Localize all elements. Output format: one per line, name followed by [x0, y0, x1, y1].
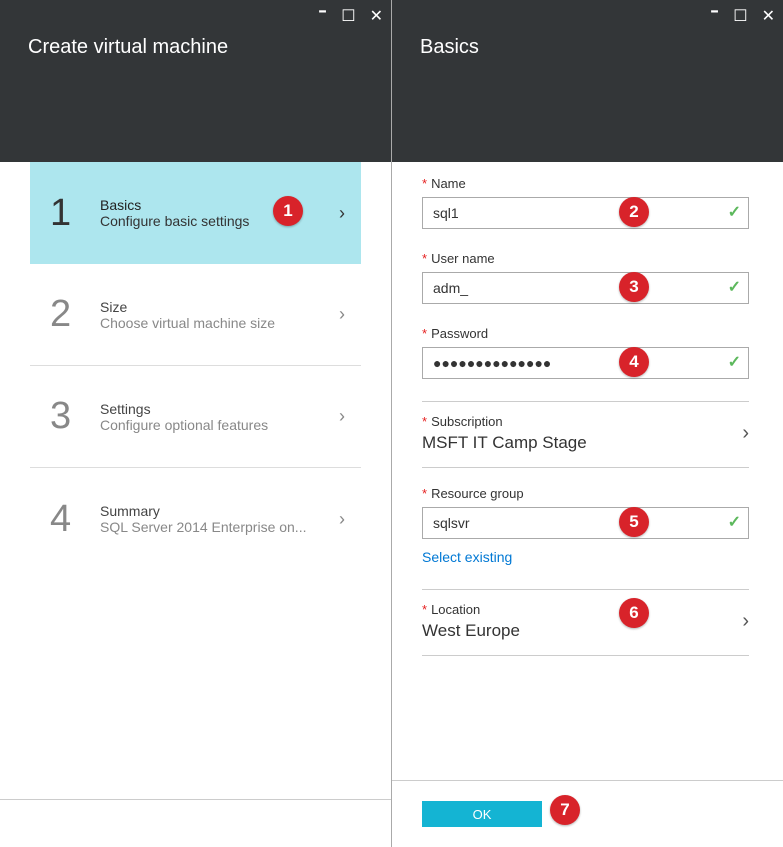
step-texts: Size Choose virtual machine size [100, 299, 339, 331]
subscription-value: MSFT IT Camp Stage [422, 433, 742, 453]
step-number: 2 [50, 293, 100, 336]
step-title: Summary [100, 503, 339, 519]
check-icon: ✓ [728, 512, 741, 532]
step-subtitle: Configure basic settings [100, 213, 339, 229]
annotation-badge-7: 7 [550, 795, 580, 825]
password-field: *Password ✓ 4 [422, 326, 749, 379]
name-input[interactable] [422, 197, 749, 229]
location-selector[interactable]: *Location West Europe › 6 [422, 589, 749, 656]
step-settings[interactable]: 3 Settings Configure optional features › [30, 366, 361, 468]
minimize-icon[interactable]: ‐ [710, 5, 719, 15]
select-existing-link[interactable]: Select existing [422, 549, 512, 565]
window-controls: ‐ ☐ ✕ [318, 6, 383, 26]
window-controls: ‐ ☐ ✕ [710, 6, 775, 26]
subscription-label: *Subscription [422, 414, 742, 429]
steps-list: 1 Basics Configure basic settings › 1 2 … [0, 162, 391, 799]
chevron-right-icon: › [339, 509, 345, 530]
step-subtitle: Configure optional features [100, 417, 339, 433]
password-label: *Password [422, 326, 749, 341]
step-texts: Summary SQL Server 2014 Enterprise on... [100, 503, 339, 535]
maximize-icon[interactable]: ☐ [341, 6, 355, 26]
step-size[interactable]: 2 Size Choose virtual machine size › [30, 264, 361, 366]
basics-form: *Name ✓ 2 *User name ✓ 3 *Password ✓ 4 *… [392, 162, 783, 780]
create-vm-panel: ‐ ☐ ✕ Create virtual machine 1 Basics Co… [0, 0, 392, 847]
step-basics[interactable]: 1 Basics Configure basic settings › 1 [30, 162, 361, 264]
form-footer: OK 7 [392, 780, 783, 847]
check-icon: ✓ [728, 202, 741, 222]
annotation-badge-2: 2 [619, 197, 649, 227]
name-field: *Name ✓ 2 [422, 176, 749, 229]
location-value: West Europe [422, 621, 742, 641]
location-label: *Location [422, 602, 742, 617]
chevron-right-icon: › [339, 406, 345, 427]
annotation-badge-3: 3 [619, 272, 649, 302]
left-footer [0, 799, 391, 847]
name-label: *Name [422, 176, 749, 191]
check-icon: ✓ [728, 352, 741, 372]
right-panel-header: ‐ ☐ ✕ Basics [392, 0, 783, 162]
step-texts: Basics Configure basic settings [100, 197, 339, 229]
username-label: *User name [422, 251, 749, 266]
resource-group-field: *Resource group ✓ 5 Select existing [422, 486, 749, 567]
annotation-badge-5: 5 [619, 507, 649, 537]
step-subtitle: SQL Server 2014 Enterprise on... [100, 519, 339, 535]
username-field: *User name ✓ 3 [422, 251, 749, 304]
close-icon[interactable]: ✕ [370, 6, 383, 26]
resource-group-input[interactable] [422, 507, 749, 539]
username-input[interactable] [422, 272, 749, 304]
annotation-badge-4: 4 [619, 347, 649, 377]
step-subtitle: Choose virtual machine size [100, 315, 339, 331]
step-title: Settings [100, 401, 339, 417]
minimize-icon[interactable]: ‐ [318, 5, 327, 15]
right-panel-title: Basics [420, 36, 479, 59]
ok-button[interactable]: OK [422, 801, 542, 827]
left-panel-title: Create virtual machine [28, 36, 228, 59]
annotation-badge-1: 1 [273, 196, 303, 226]
step-number: 4 [50, 498, 100, 541]
chevron-right-icon: › [742, 422, 749, 445]
subscription-selector[interactable]: *Subscription MSFT IT Camp Stage › [422, 401, 749, 468]
password-input[interactable] [422, 347, 749, 379]
step-title: Size [100, 299, 339, 315]
close-icon[interactable]: ✕ [762, 6, 775, 26]
step-texts: Settings Configure optional features [100, 401, 339, 433]
resource-group-label: *Resource group [422, 486, 749, 501]
step-number: 1 [50, 192, 100, 235]
check-icon: ✓ [728, 277, 741, 297]
left-panel-header: ‐ ☐ ✕ Create virtual machine [0, 0, 391, 162]
step-title: Basics [100, 197, 339, 213]
maximize-icon[interactable]: ☐ [733, 6, 747, 26]
basics-panel: ‐ ☐ ✕ Basics *Name ✓ 2 *User name ✓ 3 *P… [392, 0, 783, 847]
step-number: 3 [50, 395, 100, 438]
chevron-right-icon: › [742, 610, 749, 633]
step-summary[interactable]: 4 Summary SQL Server 2014 Enterprise on.… [30, 468, 361, 570]
annotation-badge-6: 6 [619, 598, 649, 628]
chevron-right-icon: › [339, 203, 345, 224]
chevron-right-icon: › [339, 304, 345, 325]
